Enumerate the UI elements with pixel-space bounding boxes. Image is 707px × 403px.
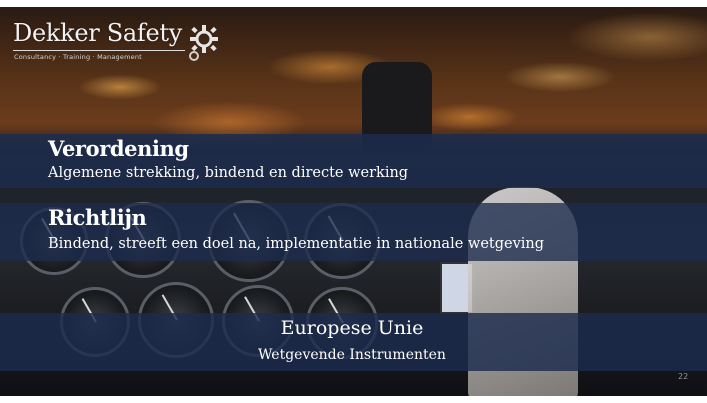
logo-underline (13, 50, 185, 51)
band-description: Bindend, streeft een doel na, implementa… (48, 236, 545, 252)
band-richtlijn: Richtlijn Bindend, streeft een doel na, … (0, 203, 707, 261)
centered-caption: Europese Unie Wetgevende Instrumenten (252, 313, 452, 371)
logo-text: Dekker Safety (13, 19, 182, 47)
caption-title: Europese Unie (280, 317, 424, 339)
caption-subtitle: Wetgevende Instrumenten (258, 347, 446, 363)
logo-tagline: Consultancy · Training · Management (14, 53, 142, 61)
band-title: Richtlijn (48, 205, 147, 230)
page-number: 22 (678, 372, 689, 381)
band-title: Verordening (48, 136, 189, 161)
band-description: Algemene strekking, bindend en directe w… (48, 165, 409, 181)
gear-icon (189, 25, 218, 61)
slide: Dekker Safety Consultancy · Training · M… (0, 7, 707, 396)
band-europese-unie: Europese Unie Wetgevende Instrumenten (0, 313, 707, 371)
band-verordening: Verordening Algemene strekking, bindend … (0, 134, 707, 188)
